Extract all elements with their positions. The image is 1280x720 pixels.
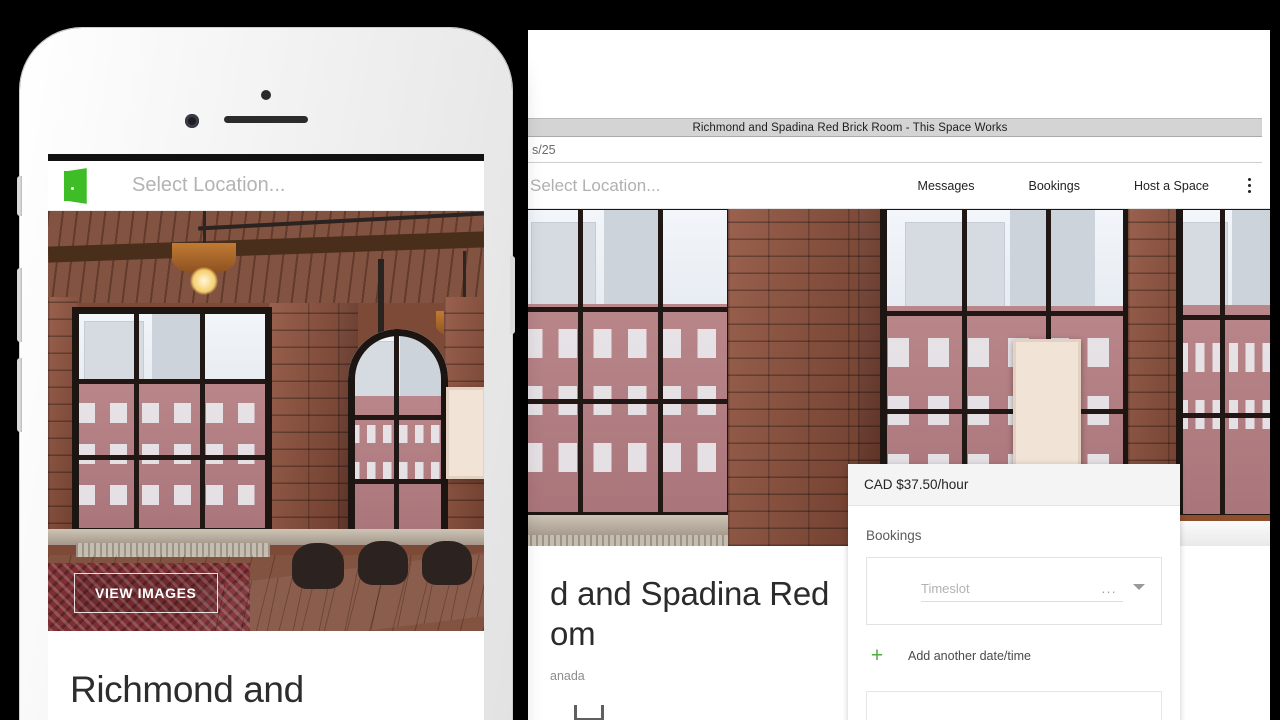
phone-volume-down-button[interactable] [17,358,22,432]
browser-window-title: Richmond and Spadina Red Brick Room - Th… [692,121,1008,134]
lamp-bulb-1 [190,267,218,295]
space-title: d and Spadina Red om [550,575,830,653]
window-frame-right [1176,209,1270,521]
add-another-datetime-button[interactable]: + Add another date/time [866,644,1162,667]
site-nav: Messages Bookings Host a Space [891,178,1270,193]
price-label: CAD $37.50/hour [848,464,1180,506]
url-text: s/25 [532,142,556,157]
kebab-menu-icon[interactable] [1236,178,1256,193]
window-frame-left [528,209,734,519]
mobile-space-hero-photo: VIEW IMAGES [48,211,484,631]
radiator-left [528,535,732,546]
view-images-button[interactable]: VIEW IMAGES [74,573,218,613]
add-another-datetime-label: Add another date/time [908,649,1031,663]
booking-card: CAD $37.50/hour Bookings Timeslot ... + … [848,464,1180,720]
phone-front-camera [185,114,199,128]
u-shaped-table-icon [574,704,604,720]
chevron-down-icon[interactable] [1133,584,1145,590]
timeslot-options-dots[interactable]: ... [1091,581,1123,602]
browser-titlebar: Richmond and Spadina Red Brick Room - Th… [528,118,1262,137]
phone-screen: Select Location... VIEW IMAGES Richmond … [48,154,484,720]
mobile-whiteboard [446,387,484,479]
mobile-space-title: Richmond and [70,669,304,710]
phone-earpiece-speaker [224,116,308,123]
additional-booking-field[interactable] [866,691,1162,720]
plus-icon: + [870,644,884,667]
mobile-window-frame-right [348,329,448,537]
bookings-section-label: Bookings [866,528,922,543]
phone-status-bar [48,154,484,161]
phone-power-button[interactable] [510,256,515,334]
window-sill-left [528,515,742,537]
mobile-brick-pier [268,303,344,535]
nav-link-host-a-space[interactable]: Host a Space [1107,179,1236,193]
open-door-logo-icon[interactable] [64,167,90,204]
phone-mockup: Select Location... VIEW IMAGES Richmond … [17,28,515,720]
whiteboard-easel [1013,339,1081,471]
timeslot-row: Timeslot ... [866,557,1162,625]
mobile-window-frame-left [72,307,272,535]
site-header: Select Location... Messages Bookings Hos… [528,163,1270,209]
screenshot-stage: Richmond and Spadina Red Brick Room - Th… [0,0,1280,720]
timeslot-input[interactable]: Timeslot [921,581,1092,602]
nav-link-bookings[interactable]: Bookings [1002,179,1107,193]
browser-tabstrip-blank [528,30,1270,118]
phone-volume-up-button[interactable] [17,268,22,342]
mobile-chair-2 [358,541,408,585]
nav-link-messages[interactable]: Messages [891,179,1002,193]
browser-url-bar[interactable]: s/25 [528,137,1262,163]
lamp-cord-1 [203,211,206,247]
location-search-input[interactable]: Select Location... [528,176,660,196]
booking-body: Bookings Timeslot ... + Add another date… [848,506,1180,720]
phone-silent-switch[interactable] [17,176,22,216]
mobile-chair-1 [292,543,344,589]
phone-proximity-sensor [261,90,271,100]
mobile-chair-3 [422,541,472,585]
mobile-app-header: Select Location... [48,161,484,211]
mobile-location-search-input[interactable]: Select Location... [132,174,285,197]
